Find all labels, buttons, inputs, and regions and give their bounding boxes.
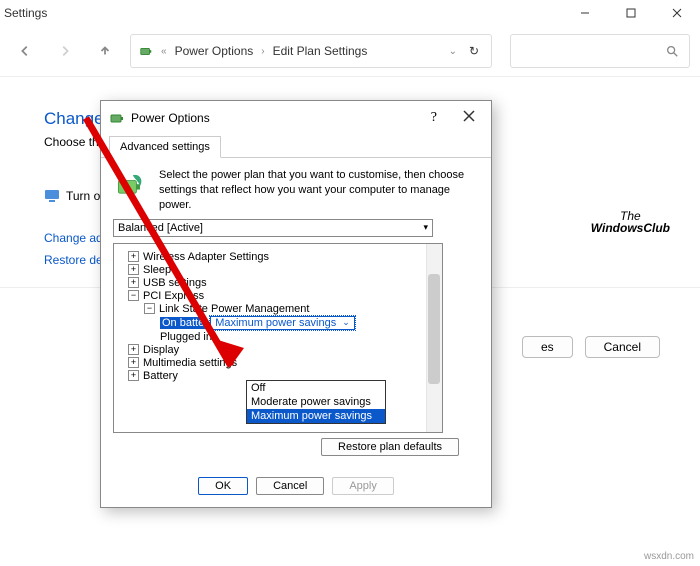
save-changes-button[interactable]: es [522,336,573,358]
plugged-in-label[interactable]: Plugged in: [160,331,215,343]
tree-item[interactable]: USB settings [143,277,207,289]
dialog-intro-text: Select the power plan that you want to c… [159,168,479,213]
tree-item[interactable]: Display [143,344,179,356]
tree-item[interactable]: Wireless Adapter Settings [143,251,269,263]
dialog-title: Power Options [131,111,413,125]
chevron-down-icon: ▾ [423,222,428,233]
expand-toggle[interactable]: + [128,370,139,381]
close-window-button[interactable] [654,0,700,26]
help-button[interactable]: ? [419,110,449,126]
apply-button: Apply [332,477,394,495]
search-input[interactable] [510,34,690,68]
ok-button[interactable]: OK [198,477,248,495]
expand-toggle[interactable]: + [128,344,139,355]
power-savings-dropdown[interactable]: Off Moderate power savings Maximum power… [246,380,386,424]
on-battery-label[interactable]: On batte [160,317,206,329]
on-battery-value-select[interactable]: Maximum power savings ⌄ [210,316,355,330]
power-icon [139,44,153,58]
window-title: Settings [4,6,47,20]
search-icon [665,44,679,58]
tree-item[interactable]: Battery [143,370,178,382]
maximize-button[interactable] [608,0,654,26]
power-icon [109,110,125,126]
expand-toggle[interactable]: + [128,264,139,275]
nav-up-button[interactable] [90,36,120,66]
refresh-icon[interactable]: ↻ [465,44,483,58]
chevron-down-icon[interactable]: ⌄ [449,46,457,57]
expand-toggle[interactable]: + [128,251,139,262]
breadcrumb-item[interactable]: Power Options [175,44,254,58]
close-dialog-button[interactable] [455,109,483,127]
nav-back-button[interactable] [10,36,40,66]
tree-item[interactable]: PCI Express [143,290,204,302]
power-plan-select[interactable]: Balanced [Active] ▾ [113,219,433,237]
expand-toggle[interactable]: − [128,290,139,301]
power-options-dialog: Power Options ? Advanced settings Select… [100,100,492,508]
power-plan-value: Balanced [Active] [118,222,203,234]
display-icon [44,189,60,203]
battery-leaf-icon [113,168,149,204]
tab-advanced-settings[interactable]: Advanced settings [109,136,221,158]
tree-item[interactable]: Sleep [143,264,171,276]
cancel-button[interactable]: Cancel [585,336,660,358]
expand-toggle[interactable]: + [128,277,139,288]
chevron-down-icon: ⌄ [342,317,350,328]
tree-scrollbar[interactable] [426,244,442,432]
dropdown-option-moderate[interactable]: Moderate power savings [247,395,385,409]
watermark: The WindowsClub [591,210,670,234]
dropdown-option-maximum[interactable]: Maximum power savings [247,409,385,423]
breadcrumb-item[interactable]: Edit Plan Settings [273,44,368,58]
tree-item[interactable]: Link State Power Management [159,303,309,315]
dropdown-option-off[interactable]: Off [247,381,385,395]
expand-toggle[interactable]: + [128,357,139,368]
tree-item[interactable]: Multimedia settings [143,357,237,369]
expand-toggle[interactable]: − [144,303,155,314]
minimize-button[interactable] [562,0,608,26]
nav-forward-button [50,36,80,66]
credit: wsxdn.com [644,551,694,562]
restore-plan-defaults-button[interactable]: Restore plan defaults [321,438,459,456]
cancel-button[interactable]: Cancel [256,477,324,495]
address-bar[interactable]: « Power Options › Edit Plan Settings ⌄ ↻ [130,34,492,68]
